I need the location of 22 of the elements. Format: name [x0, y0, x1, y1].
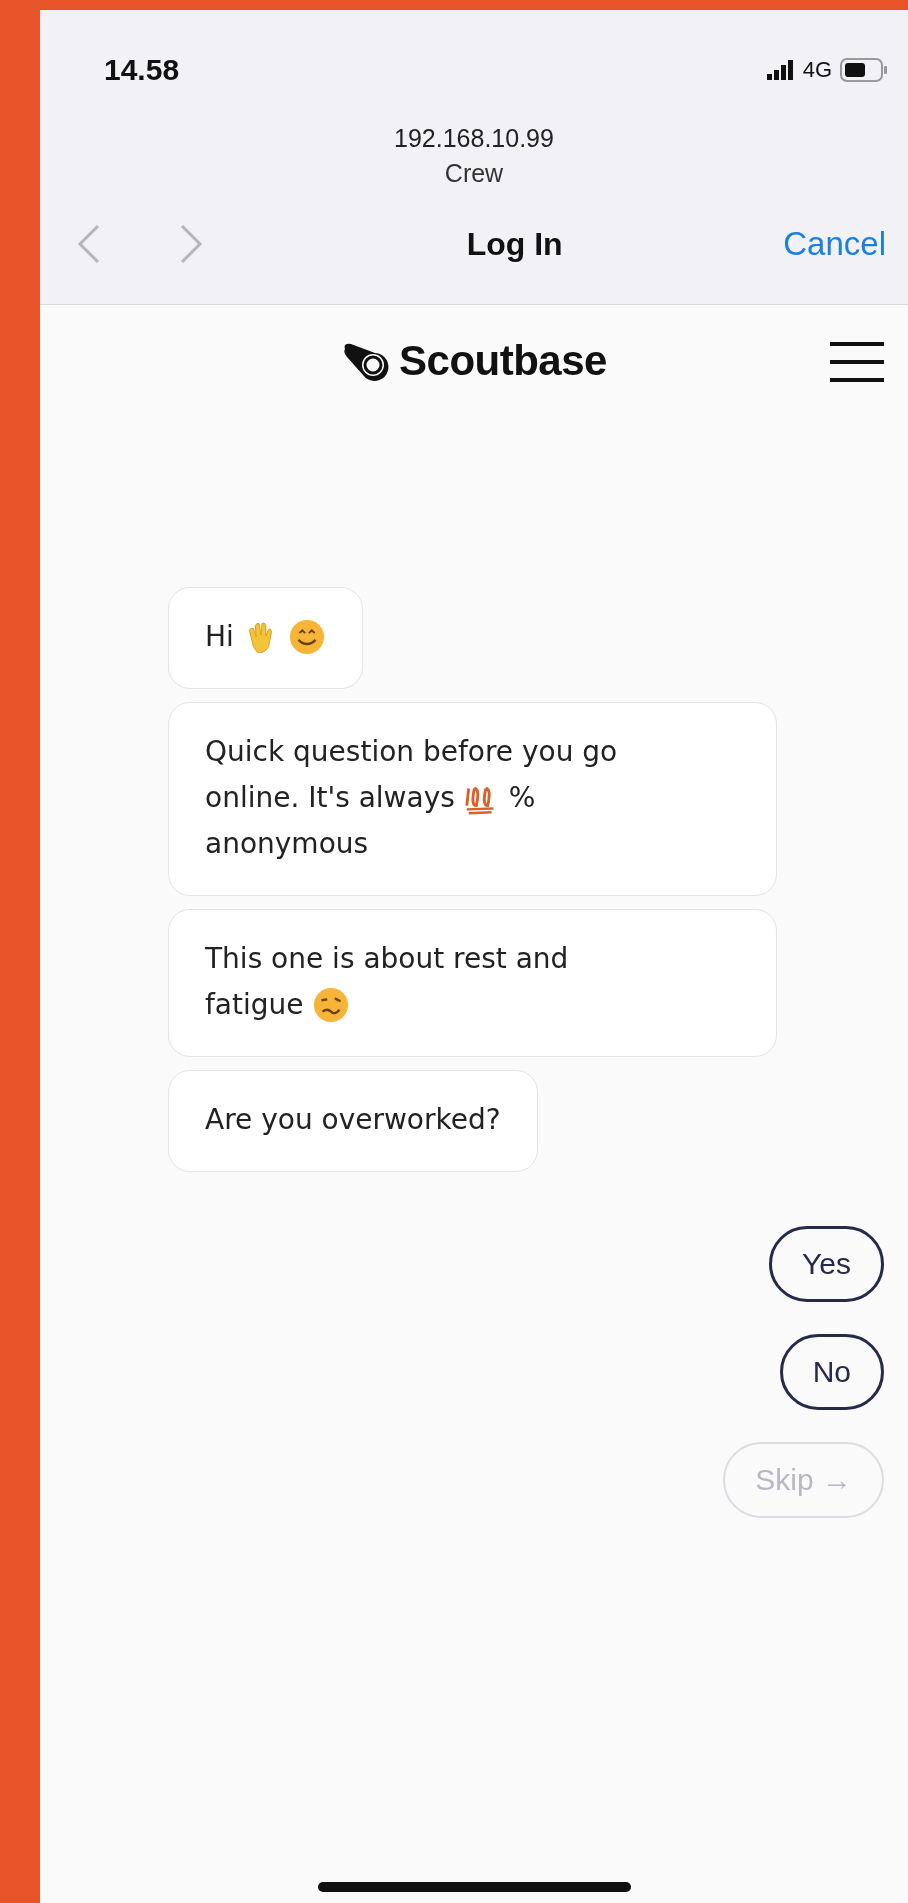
site-name: Crew [444, 159, 504, 188]
message-text: anonymous [205, 826, 369, 862]
message-text: Quick question before you go [205, 734, 618, 770]
cancel-link[interactable]: Cancel [783, 225, 886, 263]
message-text: online. It's always [205, 780, 455, 816]
answer-button[interactable]: Yes [769, 1226, 884, 1302]
battery-icon [840, 58, 888, 82]
sheet-title: Log In [465, 225, 564, 263]
answer-button[interactable]: No [779, 1334, 884, 1410]
page-address: 192.168.10.99 [394, 124, 554, 153]
woozy-face-icon [311, 986, 350, 1024]
signal-icon [766, 60, 795, 80]
clock-time: 14.58 [104, 53, 180, 87]
smiling-face-icon [287, 618, 326, 656]
message-text: fatigue [205, 987, 304, 1023]
brand-name: Scoutbase [399, 337, 607, 385]
message-text: This one is about rest and [205, 941, 569, 977]
network-type: 4G [802, 57, 832, 83]
message-text: Are you overworked? [205, 1102, 501, 1138]
menu-icon[interactable] [830, 342, 884, 382]
message-text: Hi [205, 619, 234, 655]
message-text: % [508, 780, 536, 816]
